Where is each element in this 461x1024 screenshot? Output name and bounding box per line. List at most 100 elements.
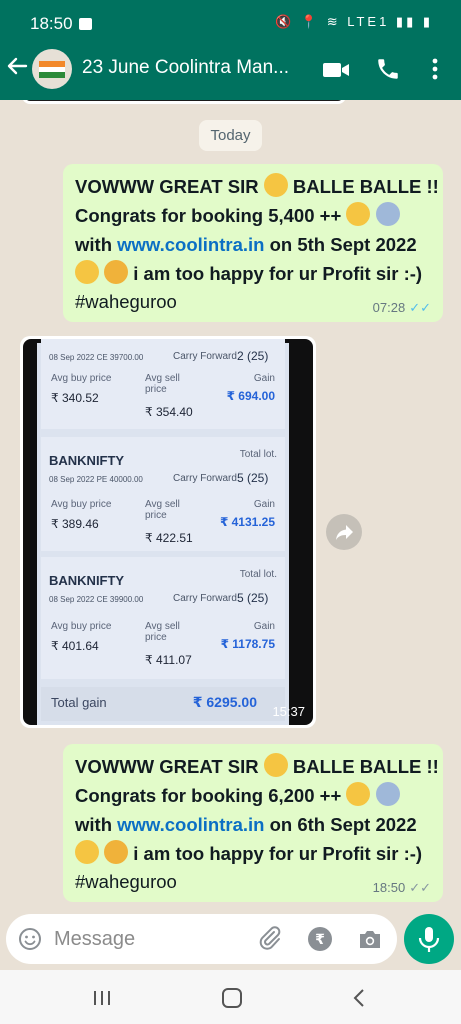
message-box[interactable]: Message ₹ xyxy=(6,914,397,964)
outgoing-message-2[interactable]: VOWWW GREAT SIR BALLE BALLE !! Congrats … xyxy=(63,744,443,902)
avg-buy-label: Avg buy price xyxy=(51,373,112,384)
gain-value: ₹ 1178.75 xyxy=(220,637,275,651)
carry-forward-text: Carry Forward xyxy=(173,593,237,604)
forward-icon[interactable] xyxy=(326,514,362,550)
gain-value: ₹ 4131.25 xyxy=(219,515,275,529)
chat-header: 23 June Coolintra Man... xyxy=(0,40,461,100)
compose-bar: Message ₹ xyxy=(0,914,461,970)
party-face-emoji-icon xyxy=(263,753,288,777)
nav-back-icon[interactable] xyxy=(352,988,366,1008)
contract-text: 08 Sep 2022 CE 39900.00 xyxy=(49,595,144,604)
message-meta: 07:28 ✓✓ xyxy=(373,300,431,316)
contract-text: 08 Sep 2022 PE 40000.00 xyxy=(49,475,143,484)
rocket-emoji-icon xyxy=(375,202,400,226)
lots-text: 5 (25) xyxy=(237,471,269,485)
raising-hands-emoji-icon xyxy=(75,840,99,864)
message-text: BALLE BALLE !! xyxy=(292,756,439,777)
avg-sell-label: Avg sell price xyxy=(145,621,180,643)
message-text: on 5th Sept 2022 xyxy=(264,234,417,255)
recent-apps-icon[interactable] xyxy=(92,990,112,1006)
status-time: 18:50 xyxy=(30,14,73,33)
sunglasses-emoji-icon xyxy=(346,782,371,806)
website-link[interactable]: www.coolintra.in xyxy=(117,234,264,255)
website-link[interactable]: www.coolintra.in xyxy=(117,814,264,835)
avg-buy-value: ₹ 401.64 xyxy=(51,639,99,653)
sunglasses-emoji-icon xyxy=(346,202,371,226)
payment-rupee-icon[interactable]: ₹ xyxy=(308,927,332,951)
avg-sell-label: Avg sell price xyxy=(145,499,180,521)
contract-text: 08 Sep 2022 CE 39700.00 xyxy=(49,353,144,362)
voice-call-icon[interactable] xyxy=(375,56,401,82)
gain-value: ₹ 694.00 xyxy=(226,389,275,403)
india-flag-icon xyxy=(39,61,65,78)
home-icon[interactable] xyxy=(222,988,242,1008)
message-text: on 6th Sept 2022 xyxy=(264,814,417,835)
more-options-icon[interactable] xyxy=(428,56,442,82)
back-arrow-icon[interactable] xyxy=(6,54,28,82)
party-face-emoji-icon xyxy=(263,173,288,197)
image-time: 15:37 xyxy=(272,704,305,719)
delivered-ticks-icon: ✓✓ xyxy=(409,880,431,895)
lots-text: 5 (25) xyxy=(237,591,269,605)
message-line: VOWWW GREAT SIR BALLE BALLE !! xyxy=(75,172,439,201)
message-line: i am too happy for ur Profit sir :-) xyxy=(75,259,431,288)
message-text: i am too happy for ur Profit sir :-) xyxy=(133,843,423,864)
carry-forward-text: Carry Forward xyxy=(173,473,237,484)
message-time: 18:50 xyxy=(372,880,406,895)
read-ticks-icon: ✓✓ xyxy=(409,300,431,315)
outgoing-message-1[interactable]: VOWWW GREAT SIR BALLE BALLE !! Congrats … xyxy=(63,164,443,322)
message-input[interactable]: Message xyxy=(54,928,135,951)
total-gain-label: Total gain xyxy=(51,695,107,710)
chat-title[interactable]: 23 June Coolintra Man... xyxy=(82,57,307,79)
avg-sell-value: ₹ 422.51 xyxy=(145,531,193,545)
message-line: VOWWW GREAT SIR BALLE BALLE !! xyxy=(75,752,439,781)
message-text: with xyxy=(75,234,118,255)
gain-label: Gain xyxy=(253,621,275,632)
instrument-name: BANKNIFTY xyxy=(49,453,125,468)
total-gain-value: ₹ 6295.00 xyxy=(192,694,257,710)
message-line: with www.coolintra.in on 6th Sept 2022 xyxy=(75,810,431,839)
raising-hands-emoji-icon xyxy=(75,260,99,284)
microphone-icon[interactable] xyxy=(404,914,454,964)
message-time: 07:28 xyxy=(372,300,406,315)
attach-icon[interactable] xyxy=(258,926,282,952)
folded-hands-emoji-icon xyxy=(104,260,129,284)
avg-buy-value: ₹ 389.46 xyxy=(51,517,99,531)
photographed-screen: 08 Sep 2022 CE 39700.00 Carry Forward 2 … xyxy=(37,339,289,725)
system-nav-bar xyxy=(0,970,461,1024)
avg-sell-value: ₹ 411.07 xyxy=(145,653,192,667)
avg-buy-value: ₹ 340.52 xyxy=(51,391,99,405)
total-lot-label: Total lot. xyxy=(239,569,277,580)
carry-forward-text: Carry Forward xyxy=(173,351,237,362)
trade-card: BANKNIFTY Total lot. 08 Sep 2022 CE 3990… xyxy=(41,557,285,679)
gain-label: Gain xyxy=(253,373,275,384)
avg-sell-label: Avg sell price xyxy=(145,373,180,395)
message-text: Congrats for booking 6,200 ++ xyxy=(75,785,342,806)
message-text: i am too happy for ur Profit sir :-) xyxy=(133,263,423,284)
date-divider: Today xyxy=(199,120,262,151)
image-message[interactable]: 08 Sep 2022 CE 39700.00 Carry Forward 2 … xyxy=(20,336,316,728)
total-lot-label: Total lot. xyxy=(239,449,277,460)
emoji-icon[interactable] xyxy=(18,927,42,951)
gallery-notification-icon xyxy=(79,18,92,30)
trade-card: 08 Sep 2022 CE 39700.00 Carry Forward 2 … xyxy=(41,339,285,429)
lots-text: 2 (25) xyxy=(237,349,269,363)
message-line: Congrats for booking 5,400 ++ xyxy=(75,201,431,230)
message-text: VOWWW GREAT SIR xyxy=(75,176,259,197)
camera-icon[interactable] xyxy=(357,927,383,951)
video-call-icon[interactable] xyxy=(322,60,350,80)
message-line: Congrats for booking 6,200 ++ xyxy=(75,781,431,810)
gain-label: Gain xyxy=(253,499,275,510)
message-line: with www.coolintra.in on 5th Sept 2022 xyxy=(75,230,431,259)
message-meta: 18:50 ✓✓ xyxy=(373,880,431,896)
chat-area[interactable]: Today VOWWW GREAT SIR BALLE BALLE !! Con… xyxy=(0,100,461,914)
contact-avatar[interactable] xyxy=(32,49,72,89)
trade-screenshot-photo[interactable]: 08 Sep 2022 CE 39700.00 Carry Forward 2 … xyxy=(23,339,313,725)
instrument-name: BANKNIFTY xyxy=(49,573,125,588)
rocket-emoji-icon xyxy=(375,782,400,806)
message-line: i am too happy for ur Profit sir :-) xyxy=(75,839,431,868)
previous-image-message[interactable] xyxy=(22,100,346,104)
folded-hands-emoji-icon xyxy=(104,840,129,864)
message-text: with xyxy=(75,814,118,835)
status-icons: 🔇 📍 ≋ LTE1 ▮▮ ▮ xyxy=(275,14,433,29)
